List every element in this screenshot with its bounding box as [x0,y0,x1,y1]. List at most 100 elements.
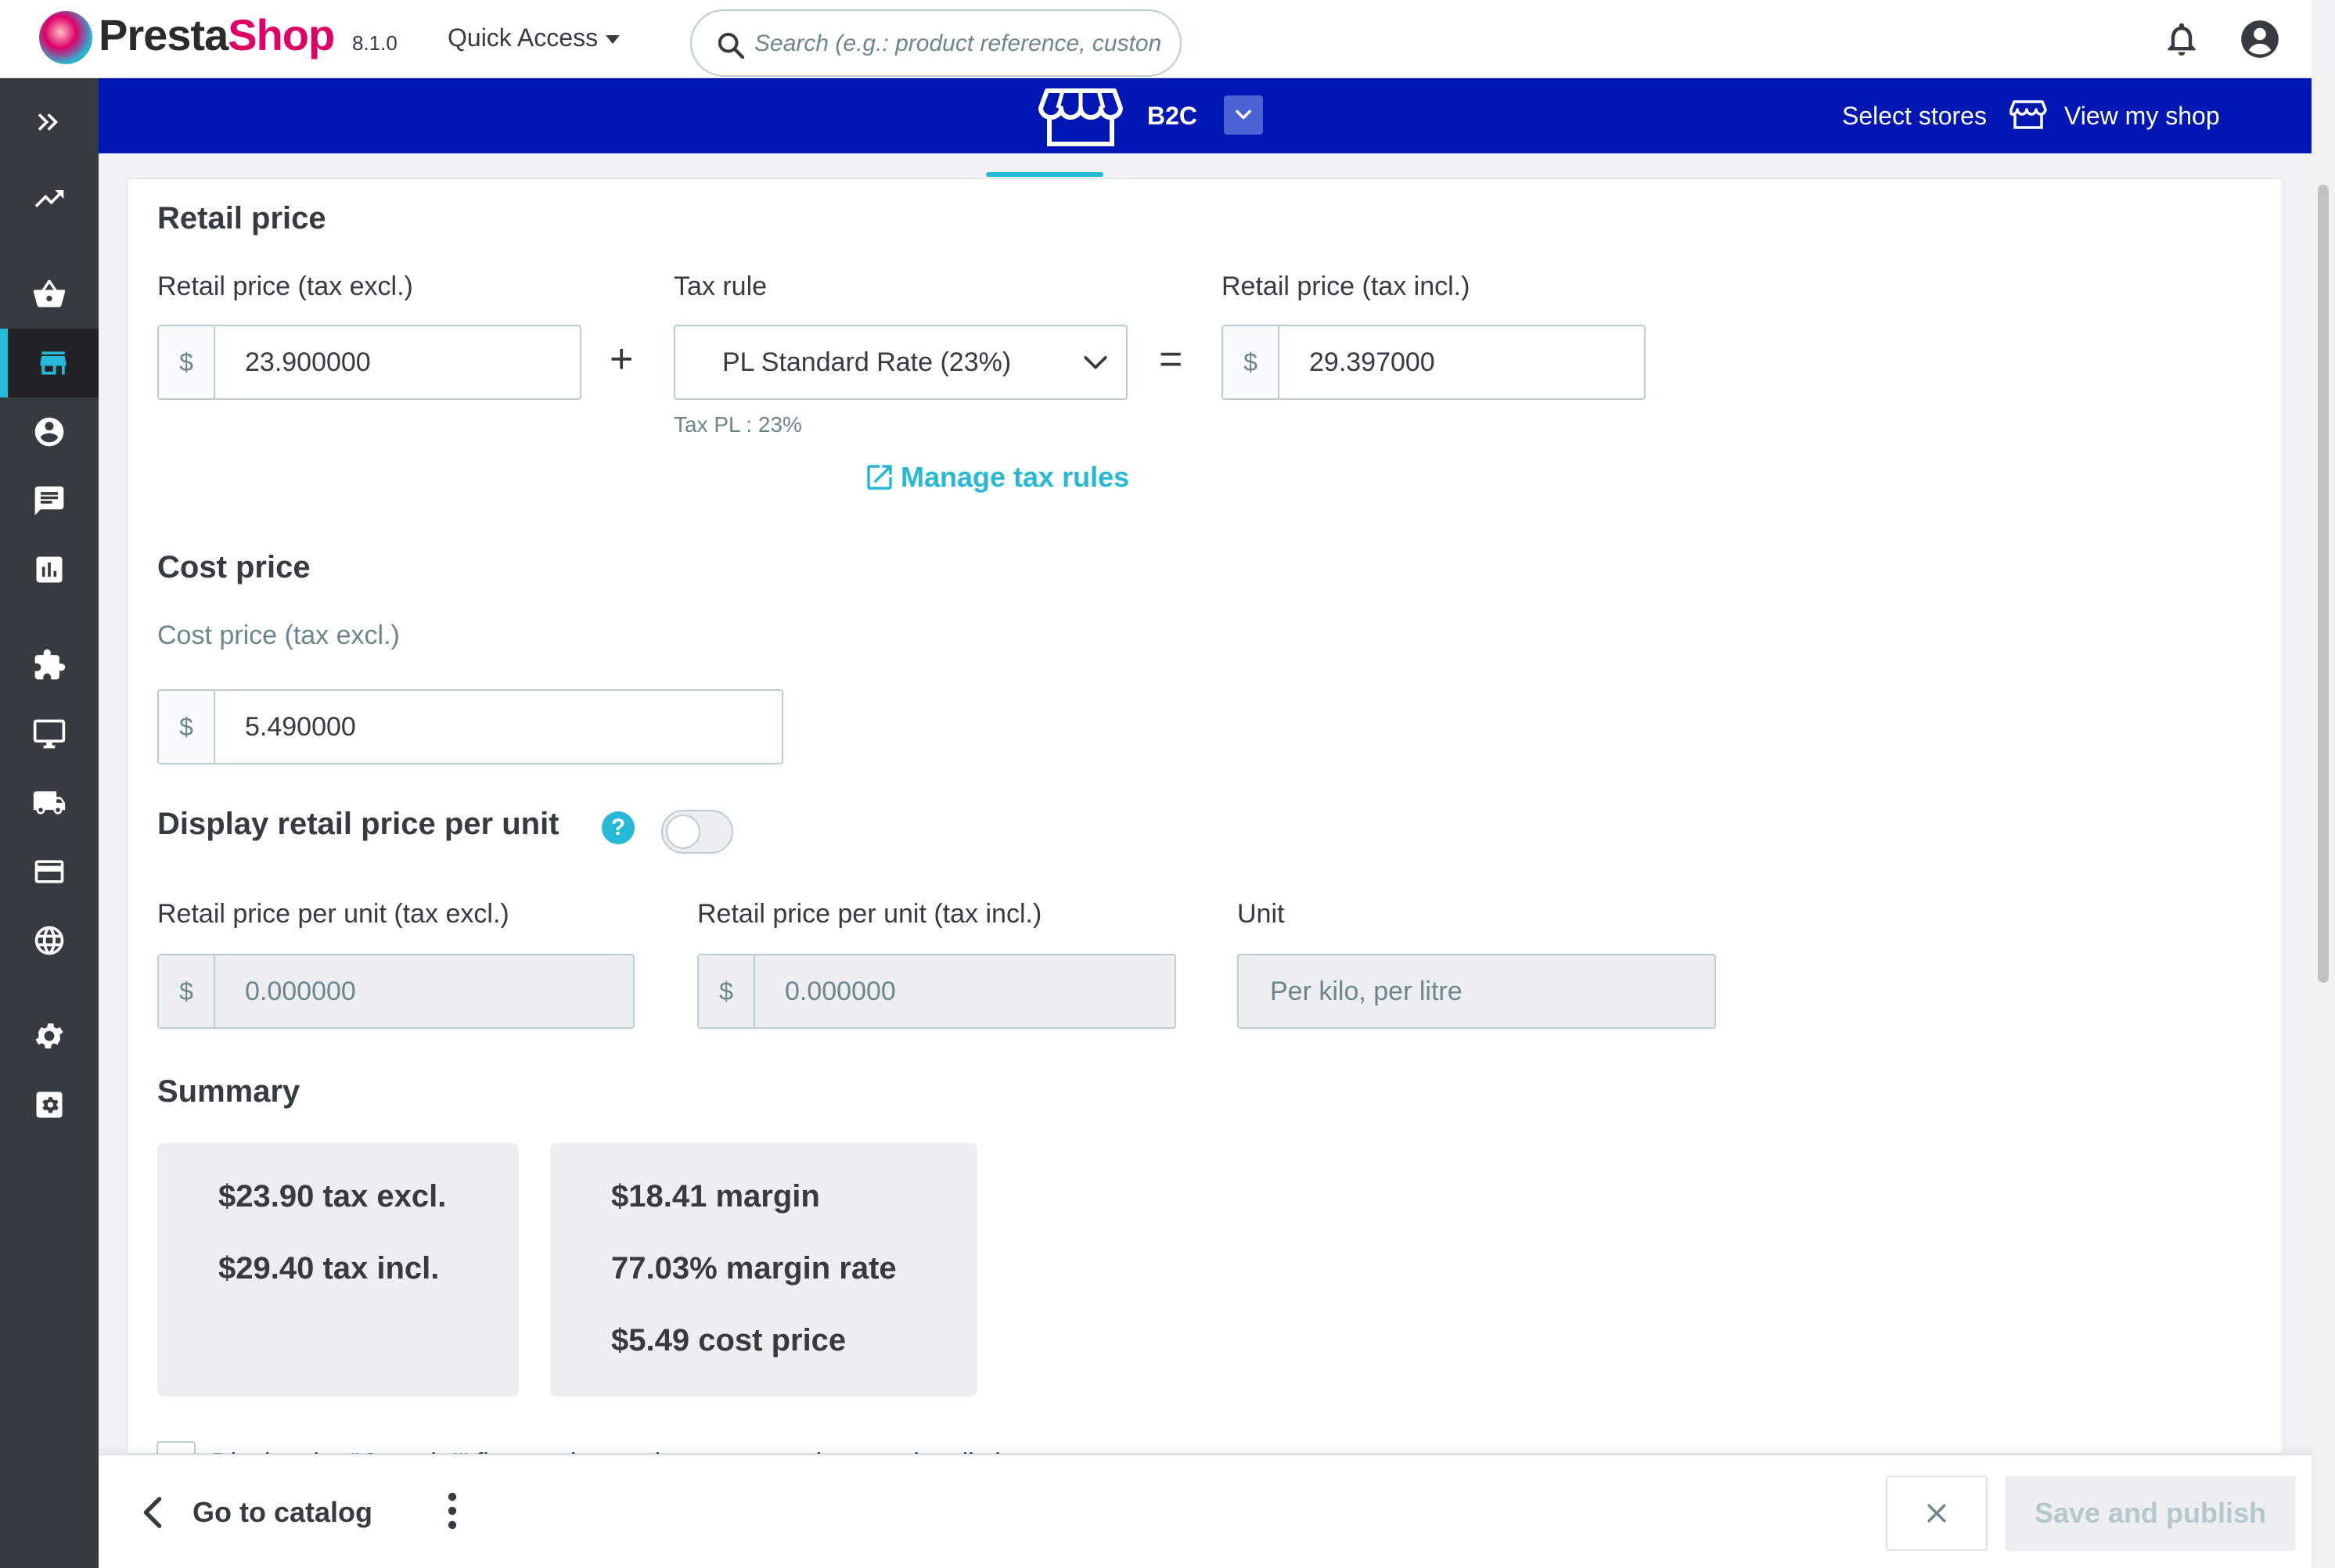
search-bar[interactable] [690,9,1182,77]
currency-addon: $ [159,326,215,398]
summary-tax-excl: $23.90 tax excl. [218,1179,447,1214]
pricing-card: Retail price Retail price (tax excl.) $ … [127,178,2283,1454]
sidebar-item-payment[interactable] [0,837,99,906]
user-account-icon[interactable] [2240,19,2280,59]
manage-tax-rules-link[interactable]: Manage tax rules [863,461,1129,494]
cost-price-label: Cost price (tax excl.) [157,620,400,650]
unit-price-toggle[interactable] [661,810,733,854]
chevron-left-icon[interactable] [141,1494,164,1530]
retail-price-tax-excl-field[interactable]: $ 23.900000 [157,325,581,400]
store-icon [40,351,67,375]
plus-sign: + [610,336,634,382]
summary-margin: $18.41 margin [611,1179,820,1214]
logo-prefix: Presta [99,10,228,59]
unit-placeholder[interactable]: Per kilo, per litre [1239,955,1714,1027]
unit-field[interactable]: Per kilo, per litre [1237,954,1716,1029]
cancel-button[interactable] [1886,1476,1988,1551]
retail-price-tax-excl-value[interactable]: 23.900000 [215,326,580,398]
chat-icon [34,486,64,516]
store-icon[interactable] [2009,99,2047,130]
truck-icon [33,791,66,815]
more-options-icon[interactable] [446,1491,459,1530]
sidebar-item-international[interactable] [0,906,99,975]
view-my-shop-link[interactable]: View my shop [2064,102,2220,131]
currency-addon: $ [1223,326,1279,398]
retail-price-tax-incl-label: Retail price (tax incl.) [1221,272,1470,301]
summary-margin-rate: 77.03% margin rate [611,1251,897,1286]
summary-heading: Summary [157,1074,300,1109]
close-icon [1927,1504,1946,1523]
scrollbar-thumb[interactable] [2318,185,2329,983]
unit-price-incl-value[interactable]: 0.000000 [755,955,1175,1027]
external-link-icon [867,465,892,490]
quick-access-dropdown[interactable]: Quick Access [448,23,621,52]
prestashop-logo-text[interactable]: PrestaShop [99,9,335,60]
sidebar-item-orders[interactable] [0,260,99,329]
manage-tax-rules-label: Manage tax rules [901,461,1130,493]
cost-price-heading: Cost price [157,550,311,584]
settings-icon [35,1023,63,1048]
sidebar-item-configure[interactable] [0,1002,99,1070]
cost-price-value[interactable]: 5.490000 [215,691,782,763]
store-context-bar: B2C Select stores View my shop [99,78,2312,153]
summary-cost-price: $5.49 cost price [611,1323,847,1358]
credit-card-icon [34,860,64,883]
desktop-icon [33,719,66,749]
unit-price-excl-value[interactable]: 0.000000 [215,955,633,1027]
select-stores-link[interactable]: Select stores [1842,102,1987,131]
top-header: PrestaShop 8.1.0 Quick Access [0,0,2312,78]
sidebar-item-dashboard[interactable] [0,164,99,233]
advanced-settings-icon [36,1091,63,1118]
tax-rule-selected-value: PL Standard Rate (23%) [722,347,1012,377]
help-icon[interactable]: ? [602,811,635,844]
sidebar-item-modules[interactable] [0,631,99,699]
cost-price-field[interactable]: $ 5.490000 [157,689,783,764]
expand-icon [38,113,58,131]
sidebar-item-customer-service[interactable] [0,466,99,535]
tax-hint: Tax PL : 23% [674,412,802,437]
unit-label: Unit [1237,899,1285,929]
retail-price-tax-excl-label: Retail price (tax excl.) [157,272,413,301]
retail-price-tax-incl-field[interactable]: $ 29.397000 [1221,325,1646,400]
sidebar-toggle-button[interactable] [0,88,99,156]
search-icon[interactable] [715,30,747,61]
search-input[interactable] [754,25,1161,63]
go-to-catalog-link[interactable]: Go to catalog [192,1496,372,1529]
prestashop-logo-icon[interactable] [39,11,92,64]
equals-sign: = [1159,336,1183,382]
summary-tax-incl: $29.40 tax incl. [218,1251,440,1286]
version-label: 8.1.0 [352,31,398,55]
active-tab-indicator [986,172,1103,177]
quick-access-label: Quick Access [448,23,599,52]
page-scrollbar[interactable] [2312,78,2335,1568]
tax-rule-label: Tax rule [674,272,768,301]
product-footer: Go to catalog Save and publish [99,1454,2312,1568]
store-awning-icon [1038,88,1123,146]
tax-rule-select[interactable]: PL Standard Rate (23%) [674,325,1128,400]
unit-price-excl-field[interactable]: $ 0.000000 [157,954,635,1029]
sidebar-item-customers[interactable] [0,397,99,466]
sidebar-item-stats[interactable] [0,535,99,604]
sidebar-item-advanced-parameters[interactable] [0,1070,99,1139]
unit-price-excl-label: Retail price per unit (tax excl.) [157,899,509,929]
trending-up-icon [34,190,64,207]
sidebar-item-shipping[interactable] [0,768,99,837]
retail-price-tax-incl-value[interactable]: 29.397000 [1279,326,1644,398]
sidebar [0,78,99,1568]
sidebar-item-catalog[interactable] [0,329,99,397]
save-and-publish-button[interactable]: Save and publish [2005,1476,2296,1551]
shopping-basket-icon [33,279,66,307]
summary-price-box: $23.90 tax excl. $29.40 tax incl. [157,1143,519,1397]
currency-addon: $ [699,955,755,1027]
store-name: B2C [1147,102,1198,130]
bar-chart-icon [36,556,63,583]
retail-price-heading: Retail price [157,201,326,236]
unit-price-incl-field[interactable]: $ 0.000000 [697,954,1176,1029]
notifications-bell-icon[interactable] [2163,20,2200,59]
store-switch-dropdown[interactable] [1224,95,1263,135]
sidebar-item-design[interactable] [0,699,99,768]
summary-margin-box: $18.41 margin 77.03% margin rate $5.49 c… [550,1143,977,1397]
display-unit-price-heading: Display retail price per unit [157,807,559,841]
unit-price-incl-label: Retail price per unit (tax incl.) [697,899,1042,929]
currency-addon: $ [159,955,215,1027]
